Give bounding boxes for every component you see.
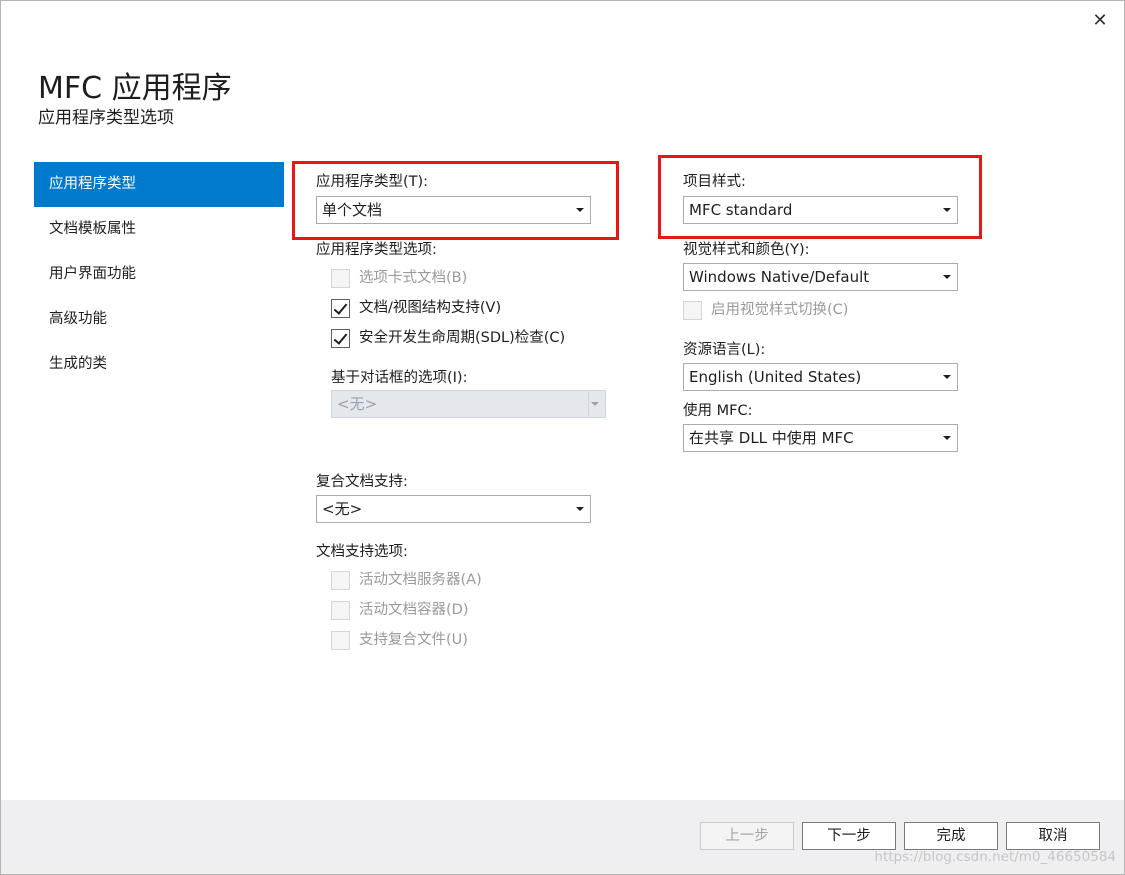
project-style-label: 项目样式:: [683, 174, 746, 190]
dropdown-arrow-icon: [943, 275, 951, 279]
use-mfc-value: 在共享 DLL 中使用 MFC: [689, 429, 854, 447]
sidebar-item-advanced[interactable]: 高级功能: [34, 297, 284, 342]
checkbox-label: 活动文档容器(D): [359, 602, 469, 618]
resource-lang-value: English (United States): [689, 368, 862, 386]
finish-button[interactable]: 完成: [904, 822, 998, 850]
close-icon[interactable]: ✕: [1090, 11, 1110, 31]
dropdown-arrow-icon: [943, 436, 951, 440]
sidebar-item-app-type[interactable]: 应用程序类型: [34, 162, 284, 207]
sidebar-item-doc-template[interactable]: 文档模板属性: [34, 207, 284, 252]
compound-doc-label: 复合文档支持:: [316, 474, 408, 490]
checkbox-box: [331, 600, 350, 620]
use-mfc-label: 使用 MFC:: [683, 403, 753, 419]
visual-style-select[interactable]: Windows Native/Default: [683, 263, 958, 291]
compound-doc-select[interactable]: <无>: [316, 495, 591, 523]
sidebar-nav: 应用程序类型 文档模板属性 用户界面功能 高级功能 生成的类: [34, 162, 284, 387]
page-subtitle: 应用程序类型选项: [38, 108, 174, 128]
compound-files-checkbox[interactable]: 支持复合文件(U): [331, 630, 468, 652]
checkbox-box: [331, 570, 350, 590]
compound-doc-value: <无>: [322, 500, 363, 518]
resource-lang-label: 资源语言(L):: [683, 342, 766, 358]
app-type-value: 单个文档: [322, 201, 383, 219]
dropdown-arrow-icon: [943, 375, 951, 379]
resource-lang-select[interactable]: English (United States): [683, 363, 958, 391]
checkbox-label: 安全开发生命周期(SDL)检查(C): [359, 330, 566, 346]
checkbox-label: 活动文档服务器(A): [359, 572, 482, 588]
prev-button[interactable]: 上一步: [700, 822, 794, 850]
dropdown-arrow-icon: [591, 402, 599, 406]
active-doc-server-checkbox[interactable]: 活动文档服务器(A): [331, 570, 482, 592]
dialog-options-select[interactable]: <无>: [331, 390, 606, 418]
project-style-select[interactable]: MFC standard: [683, 196, 958, 224]
dropdown-separator: [588, 392, 589, 416]
doc-support-label: 文档支持选项:: [316, 544, 408, 560]
visual-style-value: Windows Native/Default: [689, 268, 870, 286]
tabbed-docs-checkbox[interactable]: 选项卡式文档(B): [331, 268, 467, 290]
next-button[interactable]: 下一步: [802, 822, 896, 850]
checkbox-box: [331, 630, 350, 650]
visual-style-label: 视觉样式和颜色(Y):: [683, 242, 810, 258]
page-title: MFC 应用程序: [38, 71, 232, 106]
visual-style-toggle-checkbox[interactable]: 启用视觉样式切换(C): [683, 300, 848, 322]
check-icon: [331, 298, 350, 318]
checkbox-box: [331, 268, 350, 288]
checkbox-label: 选项卡式文档(B): [359, 270, 468, 286]
dialog-options-label: 基于对话框的选项(I):: [331, 370, 468, 386]
checkbox-box: [683, 300, 702, 320]
watermark: https://blog.csdn.net/m0_46650584: [874, 849, 1116, 865]
app-type-options-label: 应用程序类型选项:: [316, 242, 437, 258]
cancel-button[interactable]: 取消: [1006, 822, 1100, 850]
checkbox-label: 文档/视图结构支持(V): [359, 300, 502, 316]
dropdown-arrow-icon: [943, 208, 951, 212]
check-icon: [331, 328, 350, 348]
sdl-check-checkbox[interactable]: 安全开发生命周期(SDL)检查(C): [331, 328, 565, 350]
sidebar-item-ui-features[interactable]: 用户界面功能: [34, 252, 284, 297]
checkbox-label: 支持复合文件(U): [359, 632, 468, 648]
project-style-value: MFC standard: [689, 201, 793, 219]
use-mfc-select[interactable]: 在共享 DLL 中使用 MFC: [683, 424, 958, 452]
checkbox-label: 启用视觉样式切换(C): [711, 302, 849, 318]
app-type-select[interactable]: 单个文档: [316, 196, 591, 224]
dropdown-arrow-icon: [576, 208, 584, 212]
dialog-options-value: <无>: [337, 395, 378, 413]
sidebar-item-generated-classes[interactable]: 生成的类: [34, 342, 284, 387]
dropdown-arrow-icon: [576, 507, 584, 511]
doc-view-checkbox[interactable]: 文档/视图结构支持(V): [331, 298, 501, 320]
app-type-label: 应用程序类型(T):: [316, 174, 429, 190]
active-doc-container-checkbox[interactable]: 活动文档容器(D): [331, 600, 468, 622]
